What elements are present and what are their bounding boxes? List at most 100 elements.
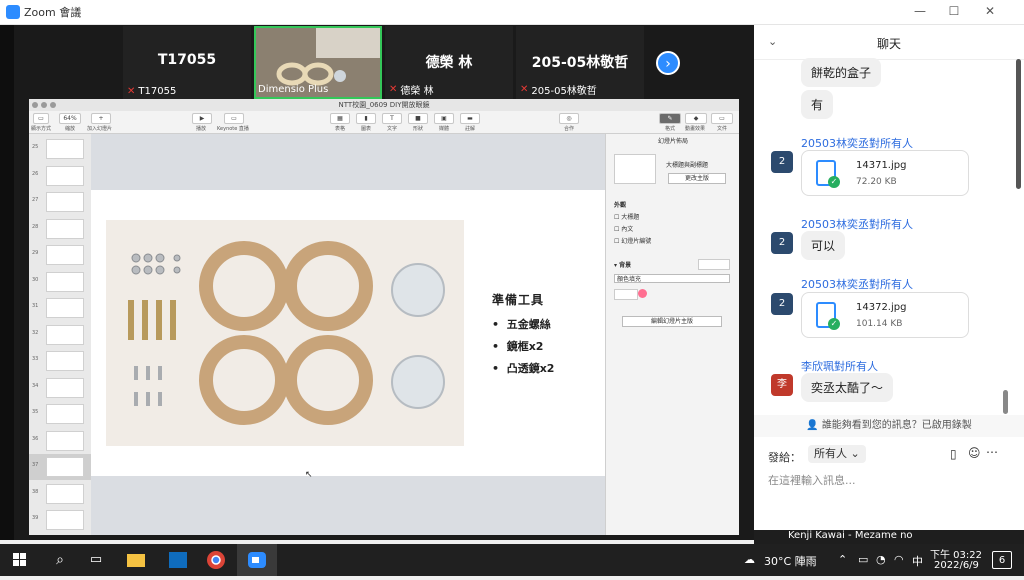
avatar: 2 — [771, 232, 793, 254]
color-picker-icon[interactable] — [638, 289, 647, 298]
tile-name: 德榮 林 — [400, 86, 434, 97]
close-button[interactable]: ✕ — [980, 2, 1000, 20]
checkbox-title[interactable]: ☐ 大標題 — [614, 212, 639, 221]
slide-number: 33 — [32, 356, 39, 362]
messages-scrollbar[interactable] — [1003, 390, 1008, 414]
minimize-dot-icon[interactable] — [41, 102, 47, 108]
maximize-button[interactable]: ☐ — [944, 2, 964, 20]
avatar: 2 — [771, 293, 793, 315]
background-color-well[interactable] — [698, 259, 730, 270]
slide-thumbnail[interactable]: 27 — [29, 189, 91, 215]
avatar: 2 — [771, 151, 793, 173]
more-icon[interactable]: ⋯ — [986, 445, 998, 459]
chat-scrollbar[interactable] — [1016, 59, 1021, 189]
toolbar-label: 加入幻燈片 — [87, 126, 113, 132]
clock-time[interactable]: 下午 03:22 — [930, 546, 982, 561]
slide-thumbnail[interactable]: 39 — [29, 507, 91, 533]
clock-date[interactable]: 2022/6/9 — [934, 560, 979, 571]
slide-thumbnail[interactable]: 33 — [29, 348, 91, 374]
zoom-dot-icon[interactable] — [50, 102, 56, 108]
task-view-icon[interactable]: ▭ — [76, 544, 116, 576]
video-tile[interactable]: 德榮 林 ✕ 德榮 林 — [385, 26, 513, 99]
battery-icon[interactable]: ▭ — [858, 553, 868, 566]
table-button[interactable]: ▦ — [330, 113, 350, 124]
slide-thumbnail[interactable]: 32 — [29, 322, 91, 348]
view-button[interactable]: ▭ — [33, 113, 49, 124]
slide-thumbnail[interactable]: 35 — [29, 401, 91, 427]
slide-preview — [46, 298, 84, 318]
file-name: 14371.jpg — [856, 160, 907, 171]
change-master-button[interactable]: 更改主版 — [668, 173, 726, 184]
file-icon[interactable]: ▯ — [950, 447, 957, 461]
start-icon[interactable] — [0, 544, 40, 576]
collaborate-button[interactable]: ◎ — [559, 113, 579, 124]
weather-icon[interactable]: ☁ — [744, 553, 755, 566]
weather-text[interactable]: 30°C 陣雨 — [764, 553, 817, 569]
slide-thumbnail[interactable]: 38 — [29, 481, 91, 507]
checkbox-slide-number[interactable]: ☐ 幻燈片編號 — [614, 236, 651, 245]
text-button[interactable]: T — [382, 113, 402, 124]
slide-thumbnail[interactable]: 34 — [29, 375, 91, 401]
video-tile[interactable]: 205-05林敬哲 ✕ 205-05林敬哲 — [516, 26, 644, 99]
layout-thumbnail[interactable] — [614, 154, 656, 184]
appearance-heading: 外觀 — [614, 202, 627, 209]
tile-name: 205-05林敬哲 — [531, 86, 597, 97]
notifications-badge[interactable]: 6 — [992, 551, 1012, 569]
zoom-taskbar-icon[interactable] — [237, 544, 277, 576]
tile-display-name: 德榮 林 — [425, 55, 473, 71]
file-explorer-icon[interactable] — [116, 544, 156, 576]
toolbar-label: 縮放 — [65, 126, 76, 132]
play-button[interactable]: ▶ — [192, 113, 212, 124]
edit-master-button[interactable]: 編輯幻燈片主版 — [622, 316, 722, 327]
search-icon[interactable]: ⌕ — [40, 544, 80, 576]
emoji-icon[interactable]: ☺ — [968, 446, 981, 460]
animate-button[interactable]: ◆ — [685, 113, 707, 124]
slide-thumbnail[interactable]: 30 — [29, 269, 91, 295]
wifi-icon[interactable]: ◠ — [894, 553, 904, 566]
visibility-notice[interactable]: 👤 誰能夠看到您的訊息？已啟用錄製 — [754, 415, 1024, 437]
background-heading: ▾ 背景 — [614, 262, 632, 269]
color-swatch[interactable] — [614, 289, 638, 300]
slide-thumbnail[interactable]: 26 — [29, 163, 91, 189]
minimize-button[interactable]: — — [910, 2, 930, 20]
ime-indicator[interactable]: 中 — [912, 553, 923, 569]
slide-thumbnail[interactable]: 25 — [29, 136, 91, 162]
message-input[interactable] — [768, 471, 1008, 489]
document-button[interactable]: ▭ — [711, 113, 733, 124]
check-icon: ✓ — [828, 176, 840, 188]
add-slide-button[interactable]: + — [91, 113, 111, 124]
media-button[interactable]: ▣ — [434, 113, 454, 124]
slide-thumbnail[interactable]: 28 — [29, 216, 91, 242]
zoom-select[interactable]: 64% — [59, 113, 81, 124]
chat-bubble: 有 — [801, 90, 834, 119]
current-slide[interactable]: 準備工具 • 五金螺絲 • 鏡框x2 • 凸透鏡x2 — [91, 190, 605, 476]
toolbar-label: 播放 — [196, 126, 207, 132]
slide-thumbnail[interactable]: 36 — [29, 428, 91, 454]
video-tile[interactable]: T17055 ✕ T17055 — [123, 26, 251, 99]
muted-mic-icon: ✕ — [127, 86, 136, 97]
slide-preview — [46, 430, 84, 451]
close-dot-icon[interactable] — [32, 102, 38, 108]
recipient-select[interactable]: 所有人 ⌄ — [808, 445, 866, 463]
slide-thumbnail[interactable]: 29 — [29, 242, 91, 268]
windows-taskbar: ⌕ ▭ ☁ 30°C 陣雨 ⌃ ▭ ◔ ◠ 中 下午 03:22 2022/6/… — [0, 544, 1024, 576]
next-page-button[interactable]: › — [656, 51, 680, 75]
file-attachment[interactable]: ✓ 14371.jpg 72.20 KB — [801, 150, 969, 196]
chrome-icon[interactable] — [196, 544, 236, 576]
tray-chevron-icon[interactable]: ⌃ — [838, 553, 847, 566]
fill-type-select[interactable]: 顏色填充 — [614, 274, 730, 283]
slide-heading: 準備工具 — [492, 293, 545, 307]
checkbox-body[interactable]: ☐ 內文 — [614, 224, 633, 233]
keynote-live-button[interactable]: ▭ — [224, 113, 244, 124]
format-button[interactable]: ✎ — [659, 113, 681, 124]
shape-button[interactable]: ■ — [408, 113, 428, 124]
slide-thumbnail[interactable]: 37 — [29, 454, 91, 480]
chat-panel: ⌄ 聊天 餅乾的盒子 有 20503林奕丞對所有人 2 ✓ 14371.jpg … — [754, 25, 1024, 540]
chart-button[interactable]: ▮ — [356, 113, 376, 124]
volume-icon[interactable]: ◔ — [876, 553, 886, 566]
video-tile-active[interactable]: Dimensio Plus — [254, 26, 382, 99]
slide-thumbnail[interactable]: 31 — [29, 295, 91, 321]
file-attachment[interactable]: ✓ 14372.jpg 101.14 KB — [801, 292, 969, 338]
outlook-icon[interactable] — [158, 544, 198, 576]
comment-button[interactable]: ▬ — [460, 113, 480, 124]
